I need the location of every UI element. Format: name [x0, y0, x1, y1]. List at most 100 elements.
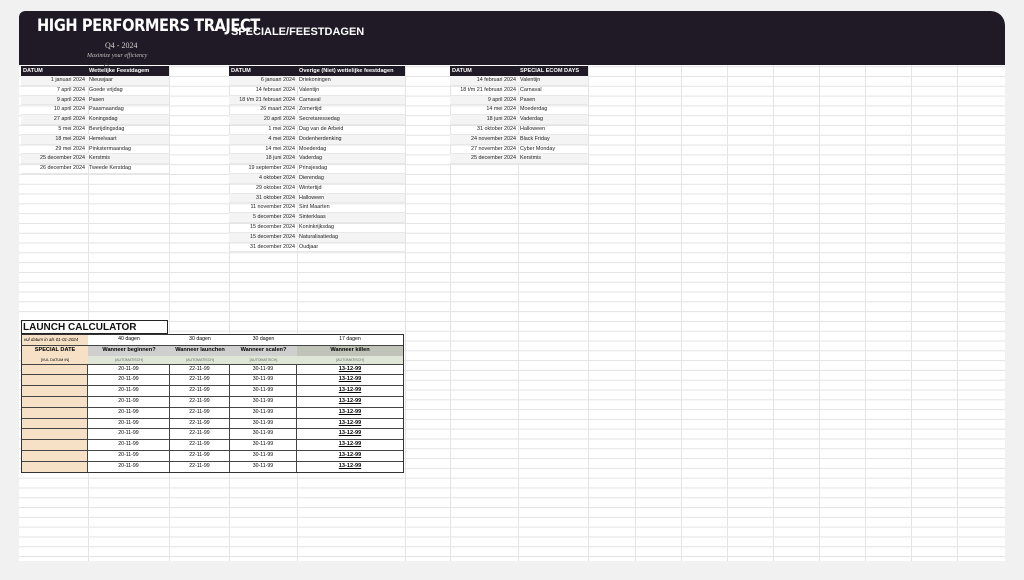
holiday-cell[interactable]: Kerstmis [87, 154, 169, 163]
table-row[interactable]: 14 mei 2024 Moederdag [450, 105, 588, 116]
date-cell[interactable]: 4 mei 2024 [229, 135, 297, 144]
special-date-input[interactable] [22, 364, 88, 375]
table-row[interactable]: 24 november 2024 Black Friday [450, 134, 588, 145]
table-row[interactable]: 1 januari 2024 Nieuwjaar [21, 76, 169, 86]
date-cell[interactable]: 18 t/m 21 februari 2024 [229, 96, 297, 105]
date-cell[interactable]: 26 maart 2024 [229, 105, 297, 114]
table-row[interactable]: 26 december 2024 Tweede Kerstdag [21, 164, 169, 174]
date-cell[interactable]: 18 t/m 21 februari 2024 [450, 86, 518, 95]
date-cell[interactable]: 11 november 2024 [229, 203, 297, 212]
table-row[interactable]: 9 april 2024 Pasen [450, 95, 588, 106]
holiday-cell[interactable]: Pasen [87, 96, 169, 105]
holiday-cell[interactable]: Dierendag [297, 174, 405, 183]
holiday-cell[interactable]: Tweede Kerstdag [87, 164, 169, 173]
date-cell[interactable]: 4 oktober 2024 [229, 174, 297, 183]
table-row[interactable]: 18 mei 2024 Hemelvaart [21, 134, 169, 145]
begin-date-cell[interactable]: 20-11-99 [88, 418, 170, 429]
date-cell[interactable]: 14 februari 2024 [229, 86, 297, 95]
date-cell[interactable]: 18 juni 2024 [229, 154, 297, 163]
holiday-cell[interactable]: Moederdag [518, 105, 588, 114]
holiday-cell[interactable]: Carnaval [297, 96, 405, 105]
special-date-input[interactable] [22, 450, 88, 461]
table-row[interactable]: 31 oktober 2024 Halloween [229, 193, 405, 204]
holiday-cell[interactable]: Goede vrijdag [87, 86, 169, 95]
holiday-cell[interactable]: Hemelvaart [87, 135, 169, 144]
special-date-input[interactable] [22, 386, 88, 396]
date-cell[interactable]: 15 december 2024 [229, 223, 297, 232]
scale-date-cell[interactable]: 30-11-99 [230, 407, 297, 418]
kill-date-cell[interactable]: 13-12-99 [297, 386, 403, 396]
date-cell[interactable]: 14 februari 2024 [450, 76, 518, 85]
begin-date-cell[interactable]: 20-11-99 [88, 375, 170, 386]
holiday-cell[interactable]: Driekoningen [297, 76, 405, 85]
table-row[interactable]: 31 december 2024 Oudjaar [229, 243, 405, 253]
date-cell[interactable]: 24 november 2024 [450, 135, 518, 144]
special-date-input[interactable] [22, 375, 88, 386]
scale-date-cell[interactable]: 30-11-99 [230, 364, 297, 375]
date-cell[interactable]: 5 december 2024 [229, 213, 297, 222]
holiday-cell[interactable]: Koningsdag [87, 115, 169, 124]
table-row[interactable]: 4 mei 2024 Dodenherdenking [229, 134, 405, 145]
holiday-cell[interactable]: Pinkstermaandag [87, 145, 169, 154]
table-row[interactable]: 14 mei 2024 Moederdag [229, 145, 405, 155]
holiday-cell[interactable]: Sint Maarten [297, 203, 405, 212]
date-cell[interactable]: 27 april 2024 [21, 115, 87, 124]
table-row[interactable]: 25 december 2024 Kerstmis [450, 154, 588, 165]
table-row[interactable]: 20 april 2024 Secretaressedag [229, 115, 405, 125]
table-row[interactable]: 4 oktober 2024 Dierendag [229, 173, 405, 184]
holiday-cell[interactable]: Dag van de Arbeid [297, 125, 405, 134]
begin-date-cell[interactable]: 20-11-99 [88, 450, 170, 461]
date-cell[interactable]: 14 mei 2024 [229, 145, 297, 154]
special-date-input[interactable] [22, 440, 88, 450]
special-date-input[interactable] [22, 418, 88, 429]
table-row[interactable]: 29 oktober 2024 Wintertijd [229, 184, 405, 194]
table-row[interactable]: 29 mei 2024 Pinkstermaandag [21, 145, 169, 155]
holiday-cell[interactable]: Nieuwjaar [87, 76, 169, 85]
table-row[interactable]: 7 april 2024 Goede vrijdag [21, 86, 169, 96]
begin-date-cell[interactable]: 20-11-99 [88, 461, 170, 472]
date-cell[interactable]: 20 april 2024 [229, 115, 297, 124]
kill-date-cell[interactable]: 13-12-99 [297, 397, 403, 407]
date-cell[interactable]: 10 april 2024 [21, 105, 87, 114]
table-row[interactable]: 9 april 2024 Pasen [21, 95, 169, 106]
kill-date-cell[interactable]: 13-12-99 [297, 440, 403, 450]
launch-date-cell[interactable]: 22-11-99 [170, 418, 230, 429]
special-date-input[interactable] [22, 429, 88, 440]
date-cell[interactable]: 18 mei 2024 [21, 135, 87, 144]
date-cell[interactable]: 26 december 2024 [21, 164, 87, 173]
holiday-cell[interactable]: Koninkrijksdag [297, 223, 405, 232]
scale-date-cell[interactable]: 30-11-99 [230, 450, 297, 461]
holiday-cell[interactable]: Halloween [297, 194, 405, 203]
scale-date-cell[interactable]: 30-11-99 [230, 440, 297, 450]
date-cell[interactable]: 1 mei 2024 [229, 125, 297, 134]
date-cell[interactable]: 9 april 2024 [450, 96, 518, 105]
table-row[interactable]: 18 t/m 21 februari 2024 Carnaval [450, 86, 588, 96]
date-cell[interactable]: 1 januari 2024 [21, 76, 87, 85]
holiday-cell[interactable]: Valentijn [297, 86, 405, 95]
date-cell[interactable]: 27 november 2024 [450, 145, 518, 154]
kill-date-cell[interactable]: 13-12-99 [297, 419, 403, 429]
date-cell[interactable]: 5 mei 2024 [21, 125, 87, 134]
holiday-cell[interactable]: Vaderdag [297, 154, 405, 163]
holiday-cell[interactable]: Bevrijdingsdag [87, 125, 169, 134]
special-date-input[interactable] [22, 407, 88, 418]
table-row[interactable]: 11 november 2024 Sint Maarten [229, 203, 405, 214]
launch-date-cell[interactable]: 22-11-99 [170, 375, 230, 386]
holiday-cell[interactable]: Wintertijd [297, 184, 405, 193]
table-row[interactable]: 6 januari 2024 Driekoningen [229, 76, 405, 86]
date-cell[interactable]: 18 juni 2024 [450, 115, 518, 124]
date-cell[interactable]: 19 september 2024 [229, 164, 297, 173]
holiday-cell[interactable]: Valentijn [518, 76, 588, 85]
holiday-cell[interactable]: Oudjaar [297, 243, 405, 252]
holiday-cell[interactable]: Dodenherdenking [297, 135, 405, 144]
scale-date-cell[interactable]: 30-11-99 [230, 461, 297, 472]
holiday-cell[interactable]: Pasen [518, 96, 588, 105]
holiday-cell[interactable]: Paasmaandag [87, 105, 169, 114]
holiday-cell[interactable]: Sinterklaas [297, 213, 405, 222]
table-row[interactable]: 15 december 2024 Koninkrijksdag [229, 223, 405, 233]
date-cell[interactable]: 25 december 2024 [21, 154, 87, 163]
date-cell[interactable]: 31 december 2024 [229, 243, 297, 252]
kill-date-cell[interactable]: 13-12-99 [297, 408, 403, 418]
launch-date-cell[interactable]: 22-11-99 [170, 461, 230, 472]
launch-date-cell[interactable]: 22-11-99 [170, 450, 230, 461]
